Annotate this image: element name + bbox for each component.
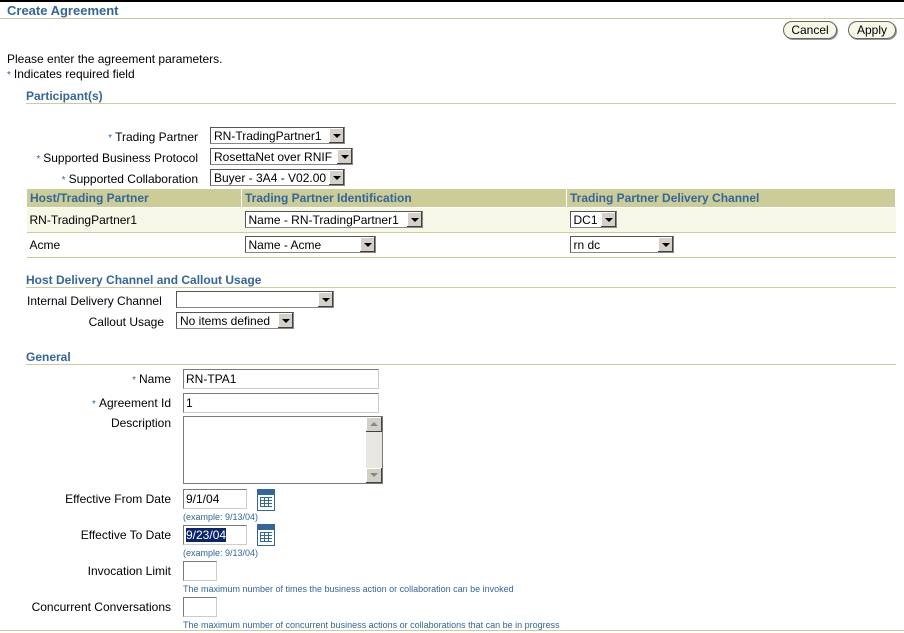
required-marker: * <box>92 399 96 410</box>
to-date-field[interactable]: 9/23/04 <box>183 525 247 545</box>
trading-partner-label: * Trading Partner <box>108 130 198 144</box>
description-scrollbar[interactable] <box>366 417 382 483</box>
chevron-down-icon <box>328 170 344 185</box>
chevron-down-icon <box>277 313 293 328</box>
invocation-label: Invocation Limit <box>87 564 171 578</box>
concurrent-hint: The maximum number of concurrent busines… <box>183 620 560 630</box>
channel-value: DC1 <box>573 213 598 227</box>
identification-cell: Name - RN-TradingPartner1 <box>241 207 567 233</box>
channel-select[interactable]: rn dc <box>569 236 674 253</box>
general-divider <box>26 364 896 365</box>
chevron-down-icon <box>336 149 352 164</box>
trading-partner-value: RN-TradingPartner1 <box>214 129 322 143</box>
to-date-hint: (example: 9/13/04) <box>183 548 259 558</box>
participants-divider <box>26 103 896 104</box>
from-date-field[interactable] <box>183 489 247 509</box>
channel-select[interactable]: DC1 <box>569 211 617 228</box>
table-header-row: Host/Trading Partner Trading Partner Ide… <box>26 188 896 208</box>
protocol-label-text: Supported Business Protocol <box>43 151 198 165</box>
partner-cell: RN-TradingPartner1 <box>26 207 242 233</box>
required-marker: * <box>7 70 11 81</box>
agreement-id-label: * Agreement Id <box>92 396 171 410</box>
bottom-divider <box>0 630 904 631</box>
required-marker: * <box>108 133 113 144</box>
chevron-down-icon <box>405 212 422 227</box>
to-date-label: Effective To Date <box>80 528 171 542</box>
scroll-up-icon[interactable] <box>366 417 382 432</box>
collaboration-select[interactable]: Buyer - 3A4 - V02.00 <box>210 169 345 186</box>
cancel-button[interactable]: Cancel <box>783 21 837 39</box>
name-label-text: Name <box>138 372 171 386</box>
callout-value: No items defined <box>180 314 271 328</box>
identification-select[interactable]: Name - RN-TradingPartner1 <box>244 211 423 228</box>
chevron-down-icon <box>358 237 375 252</box>
calendar-grid <box>260 497 272 507</box>
internal-channel-label: Internal Delivery Channel <box>27 294 162 308</box>
page-title: Create Agreement <box>7 3 119 18</box>
calendar-grid <box>260 532 272 542</box>
protocol-select[interactable]: RosettaNet over RNIF <box>210 148 353 165</box>
scroll-down-icon[interactable] <box>366 468 382 483</box>
invocation-hint: The maximum number of times the business… <box>183 584 514 594</box>
top-border <box>0 0 904 2</box>
general-heading: General <box>26 350 71 364</box>
required-marker: * <box>61 175 66 186</box>
collaboration-label-text: Supported Collaboration <box>68 172 198 186</box>
chevron-down-icon <box>317 292 333 307</box>
to-date-value: 9/23/04 <box>186 528 227 542</box>
name-label: * Name <box>132 372 171 386</box>
trading-partner-select[interactable]: RN-TradingPartner1 <box>210 127 345 144</box>
calendar-icon[interactable] <box>257 524 275 546</box>
trading-partner-table: Host/Trading Partner Trading Partner Ide… <box>26 188 896 258</box>
callout-select[interactable]: No items defined <box>176 312 294 329</box>
calendar-icon[interactable] <box>257 489 275 511</box>
apply-button[interactable]: Apply <box>848 21 896 39</box>
agreement-id-label-text: Agreement Id <box>98 396 171 410</box>
identification-cell: Name - Acme <box>241 232 567 258</box>
column-header-channel: Trading Partner Delivery Channel <box>566 188 896 208</box>
protocol-label: * Supported Business Protocol <box>36 151 198 165</box>
chevron-down-icon <box>328 128 344 143</box>
concurrent-label: Concurrent Conversations <box>31 600 171 614</box>
participants-heading: Participant(s) <box>26 89 103 103</box>
calendar-header <box>258 525 274 530</box>
host-delivery-divider <box>26 287 896 288</box>
identification-select[interactable]: Name - Acme <box>244 236 376 253</box>
from-date-hint: (example: 9/13/04) <box>183 512 259 522</box>
channel-cell: rn dc <box>566 232 896 258</box>
agreement-id-field[interactable] <box>183 393 379 413</box>
partner-cell: Acme <box>26 232 242 258</box>
collaboration-label: * Supported Collaboration <box>62 172 198 186</box>
name-field[interactable] <box>183 369 379 389</box>
column-header-partner: Host/Trading Partner <box>26 188 242 208</box>
description-textarea[interactable] <box>183 416 383 484</box>
required-note-text: Indicates required field <box>13 67 135 81</box>
protocol-value: RosettaNet over RNIF <box>214 150 333 164</box>
concurrent-field[interactable] <box>183 597 217 617</box>
channel-value: rn dc <box>573 238 601 252</box>
trading-partner-label-text: Trading Partner <box>115 130 198 144</box>
collaboration-value: Buyer - 3A4 - V02.00 <box>214 171 327 185</box>
title-divider <box>0 18 904 19</box>
callout-label: Callout Usage <box>88 315 164 329</box>
column-header-identification: Trading Partner Identification <box>241 188 567 208</box>
required-marker: * <box>36 154 41 165</box>
channel-cell: DC1 <box>566 207 896 233</box>
required-note: * Indicates required field <box>7 67 135 81</box>
calendar-header <box>258 490 274 495</box>
intro-text: Please enter the agreement parameters. <box>7 52 223 66</box>
internal-channel-select[interactable] <box>176 291 334 308</box>
identification-value: Name - RN-TradingPartner1 <box>248 213 399 227</box>
host-delivery-heading: Host Delivery Channel and Callout Usage <box>26 273 262 287</box>
from-date-label: Effective From Date <box>65 492 171 506</box>
chevron-down-icon <box>599 212 616 227</box>
table-row: RN-TradingPartner1 Name - RN-TradingPart… <box>26 207 896 233</box>
required-marker: * <box>132 375 136 386</box>
invocation-field[interactable] <box>183 561 217 581</box>
table-row: Acme Name - Acme rn dc <box>26 232 896 258</box>
identification-value: Name - Acme <box>248 238 322 252</box>
chevron-down-icon <box>656 237 673 252</box>
description-label: Description <box>110 416 171 430</box>
